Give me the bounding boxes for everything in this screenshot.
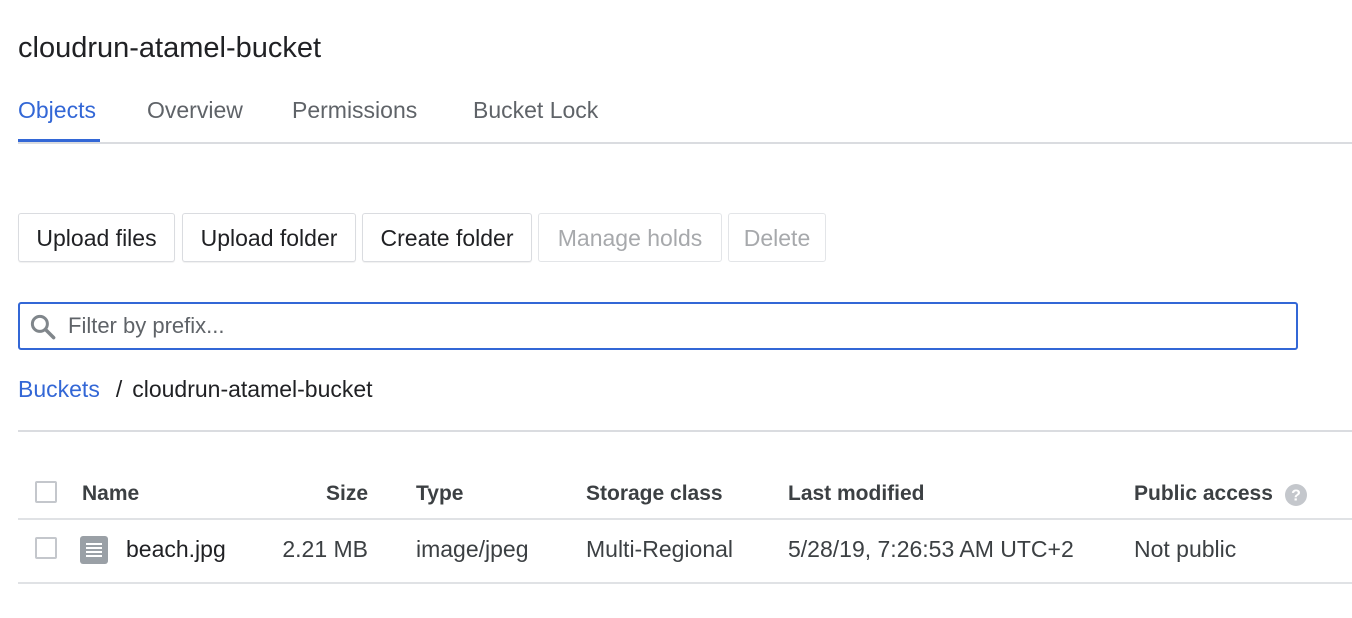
filter-box — [18, 302, 1298, 350]
page-title: cloudrun-atamel-bucket — [18, 32, 322, 64]
object-type: image/jpeg — [416, 536, 529, 562]
object-name-link[interactable]: beach.jpg — [126, 536, 226, 563]
column-header-name[interactable]: Name — [82, 482, 139, 506]
column-header-storage-class[interactable]: Storage class — [586, 482, 723, 506]
tabs-divider — [18, 142, 1352, 144]
manage-holds-button[interactable]: Manage holds — [538, 213, 722, 262]
select-all-checkbox[interactable] — [35, 481, 57, 503]
svg-text:?: ? — [1291, 488, 1301, 505]
column-header-public-access[interactable]: Public access — [1134, 482, 1273, 506]
column-header-type[interactable]: Type — [416, 482, 463, 506]
delete-button[interactable]: Delete — [728, 213, 826, 262]
section-divider — [18, 430, 1352, 432]
breadcrumb-buckets-link[interactable]: Buckets — [18, 376, 100, 402]
tab-overview[interactable]: Overview — [147, 92, 243, 143]
breadcrumb-current: cloudrun-atamel-bucket — [132, 376, 373, 402]
filter-input[interactable] — [68, 309, 1268, 343]
object-storage-class: Multi-Regional — [586, 536, 734, 562]
upload-files-button[interactable]: Upload files — [18, 213, 175, 262]
column-header-size[interactable]: Size — [326, 482, 368, 506]
object-size: 2.21 MB — [282, 536, 368, 562]
object-public-access: Not public — [1134, 536, 1237, 562]
tab-bucket-lock[interactable]: Bucket Lock — [473, 92, 598, 143]
search-icon — [30, 314, 56, 340]
file-icon — [80, 536, 108, 564]
breadcrumb-separator: / — [115, 376, 123, 402]
row-divider — [18, 582, 1352, 584]
header-divider — [18, 518, 1352, 520]
tab-objects[interactable]: Objects — [18, 92, 100, 143]
column-header-last-modified[interactable]: Last modified — [788, 482, 925, 506]
row-checkbox[interactable] — [35, 537, 57, 559]
create-folder-button[interactable]: Create folder — [362, 213, 532, 262]
upload-folder-button[interactable]: Upload folder — [182, 213, 356, 262]
breadcrumb: Buckets / cloudrun-atamel-bucket — [18, 376, 373, 403]
tab-permissions[interactable]: Permissions — [292, 92, 417, 143]
help-icon[interactable]: ? — [1284, 483, 1308, 507]
object-last-modified: 5/28/19, 7:26:53 AM UTC+2 — [788, 536, 1074, 562]
